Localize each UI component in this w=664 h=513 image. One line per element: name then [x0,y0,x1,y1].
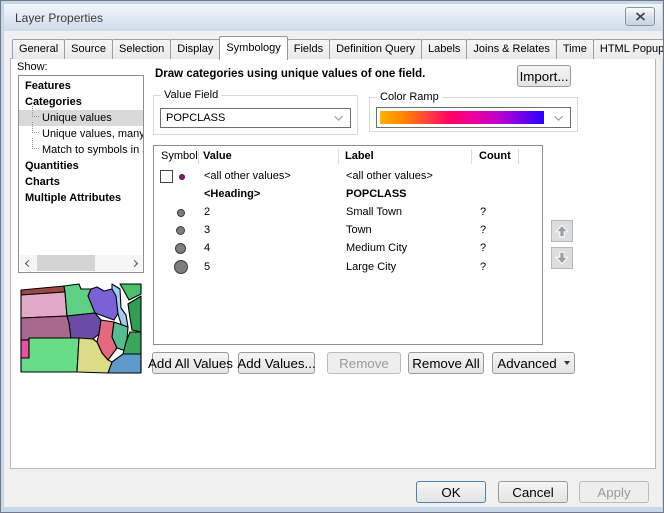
color-ramp-group: Color Ramp [369,97,578,132]
table-row-value-2[interactable]: 2 Small Town ? [155,204,541,222]
horizontal-scrollbar[interactable] [20,255,142,271]
remove-all-button[interactable]: Remove All [408,352,484,374]
tree-guide-icon [32,122,39,133]
layer-properties-dialog: Layer Properties General Source Selectio… [0,0,664,513]
import-button[interactable]: Import... [517,65,571,87]
show-item-features[interactable]: Features [19,78,143,94]
map-preview-image [19,282,142,374]
advanced-button-label: Advanced [497,356,556,371]
column-separator [198,149,199,164]
tab-source[interactable]: Source [64,39,113,59]
table-row-heading[interactable]: <Heading> POPCLASS [155,186,541,204]
move-up-button[interactable] [551,220,573,242]
all-other-values-checkbox[interactable] [160,170,173,183]
value-field-selected: POPCLASS [161,112,225,124]
close-button[interactable] [625,7,655,26]
chevron-left-icon [24,259,31,266]
column-header-count[interactable]: Count [479,150,511,162]
column-separator [471,149,472,164]
column-separator [518,149,519,164]
column-header-label[interactable]: Label [345,150,374,162]
circle-symbol-icon[interactable] [174,260,188,274]
dropdown-arrow-icon [564,361,570,365]
window-title: Layer Properties [15,11,103,25]
table-row-all-other-values[interactable]: <all other values> <all other values> [155,168,541,186]
arrow-down-icon [554,250,570,266]
state-michigan-lower [128,296,141,332]
show-item-match-symbols[interactable]: Match to symbols in a [19,142,143,158]
circle-symbol-icon[interactable] [176,226,185,235]
state-iowa [67,313,101,339]
tab-joins-relates[interactable]: Joins & Relates [466,39,556,59]
scrollbar-track[interactable] [36,255,126,271]
add-all-values-button[interactable]: Add All Values [152,352,229,374]
table-row-value-4[interactable]: 4 Medium City ? [155,240,541,258]
show-item-multiple-attributes[interactable]: Multiple Attributes [19,190,143,206]
tab-symbology[interactable]: Symbology [219,36,287,60]
color-ramp-swatch [380,111,544,124]
show-item-charts[interactable]: Charts [19,174,143,190]
column-header-value[interactable]: Value [203,150,232,162]
dialog-content: General Source Selection Display Symbolo… [4,31,662,507]
add-values-button[interactable]: Add Values... [238,352,315,374]
scrollbar-thumb[interactable] [37,255,95,271]
table-row-value-5[interactable]: 5 Large City ? [155,258,541,278]
column-separator [338,149,339,164]
column-header-symbol[interactable]: Symbol [161,150,198,162]
value-field-group-label: Value Field [161,89,221,101]
tab-html-popup[interactable]: HTML Popup [593,39,664,59]
state-south-dakota [21,292,67,318]
remove-button[interactable]: Remove [327,352,401,374]
tree-guide-icon [32,106,39,117]
tab-general[interactable]: General [12,39,65,59]
chevron-right-icon [130,259,137,266]
show-label: Show: [17,61,48,73]
scroll-left-button[interactable] [20,255,36,271]
value-field-dropdown[interactable]: POPCLASS [160,108,351,128]
arrow-up-icon [554,223,570,239]
scroll-right-button[interactable] [126,255,142,271]
color-ramp-group-label: Color Ramp [377,91,442,103]
circle-symbol-icon[interactable] [175,243,186,254]
ok-button[interactable]: OK [416,481,486,503]
tab-definition-query[interactable]: Definition Query [329,39,422,59]
state-colorado [21,340,29,358]
state-kansas [21,338,79,372]
title-bar: Layer Properties [4,4,662,31]
chevron-down-icon [334,112,342,120]
show-item-quantities[interactable]: Quantities [19,158,143,174]
apply-button[interactable]: Apply [579,481,649,503]
state-kentucky [108,354,141,373]
show-listbox: Features Categories Unique values Unique… [18,75,144,273]
circle-symbol-icon[interactable] [177,209,185,217]
symbology-page: Show: Features Categories Unique values … [10,58,656,469]
advanced-button[interactable]: Advanced [492,352,575,374]
move-down-button[interactable] [551,247,573,269]
color-ramp-dropdown[interactable] [376,107,571,128]
map-preview [19,282,142,374]
value-field-group: Value Field POPCLASS [153,95,358,135]
cancel-button[interactable]: Cancel [498,481,568,503]
tab-time[interactable]: Time [556,39,594,59]
unique-values-table: Symbol Value Label Count <all other valu… [153,145,543,345]
close-icon [635,12,646,21]
chevron-down-icon [554,112,562,120]
draw-categories-instruction: Draw categories using unique values of o… [155,68,511,80]
tab-labels[interactable]: Labels [421,39,467,59]
tab-fields[interactable]: Fields [287,39,330,59]
tab-selection[interactable]: Selection [112,39,171,59]
tab-display[interactable]: Display [170,39,220,59]
table-row-value-3[interactable]: 3 Town ? [155,222,541,240]
point-symbol-icon[interactable] [179,174,185,180]
tab-strip: General Source Selection Display Symbolo… [12,35,664,59]
tree-guide-icon [32,138,39,149]
